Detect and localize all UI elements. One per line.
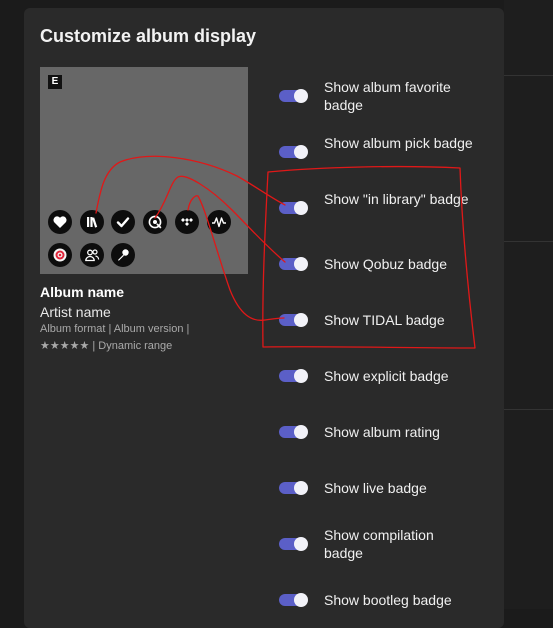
microphone-icon bbox=[111, 243, 135, 267]
dynamic-range-label: | Dynamic range bbox=[89, 340, 173, 352]
toggle-switch[interactable] bbox=[279, 201, 308, 215]
toggle-switch[interactable] bbox=[279, 145, 308, 159]
option-label: Show live badge bbox=[324, 480, 427, 496]
album-rating-line: ★★★★★ | Dynamic range bbox=[40, 339, 172, 352]
option-label: Show album pick badge bbox=[324, 135, 473, 151]
audio-wave-icon bbox=[207, 210, 231, 234]
qobuz-icon bbox=[143, 210, 167, 234]
tidal-icon bbox=[175, 210, 199, 234]
toggle-switch[interactable] bbox=[279, 313, 308, 327]
dialog-title: Customize album display bbox=[40, 26, 257, 46]
option-label: Show "in library" badge bbox=[324, 191, 469, 207]
toggle-switch[interactable] bbox=[279, 481, 308, 495]
option-label: Show compilation badge bbox=[324, 527, 434, 561]
background-divider bbox=[504, 409, 553, 410]
check-icon bbox=[111, 210, 135, 234]
option-label: Show album favorite badge bbox=[324, 79, 451, 113]
toggle-switch[interactable] bbox=[279, 369, 308, 383]
background-divider bbox=[504, 241, 553, 242]
background-panel bbox=[504, 0, 553, 609]
heart-icon bbox=[48, 210, 72, 234]
album-meta-line: Album format | Album version | bbox=[40, 323, 190, 335]
library-icon bbox=[80, 210, 104, 234]
toggle-switch[interactable] bbox=[279, 593, 308, 607]
album-name: Album name bbox=[40, 284, 125, 300]
toggle-switch[interactable] bbox=[279, 425, 308, 439]
toggle-switch[interactable] bbox=[279, 257, 308, 271]
background-divider bbox=[504, 75, 553, 76]
option-label: Show Qobuz badge bbox=[324, 256, 447, 272]
rating-stars: ★★★★★ bbox=[40, 340, 90, 352]
option-label: Show explicit badge bbox=[324, 368, 449, 384]
live-icon bbox=[48, 243, 72, 267]
option-label: Show bootleg badge bbox=[324, 592, 452, 608]
customize-dialog: Customize album display E Album name Art… bbox=[24, 8, 504, 628]
explicit-badge: E bbox=[48, 75, 62, 89]
users-icon bbox=[80, 243, 104, 267]
option-label: Show TIDAL badge bbox=[324, 312, 445, 328]
artist-name: Artist name bbox=[40, 304, 111, 320]
toggle-switch[interactable] bbox=[279, 89, 308, 103]
album-cover-preview: E bbox=[40, 67, 248, 274]
option-label: Show album rating bbox=[324, 424, 440, 440]
toggle-switch[interactable] bbox=[279, 537, 308, 551]
